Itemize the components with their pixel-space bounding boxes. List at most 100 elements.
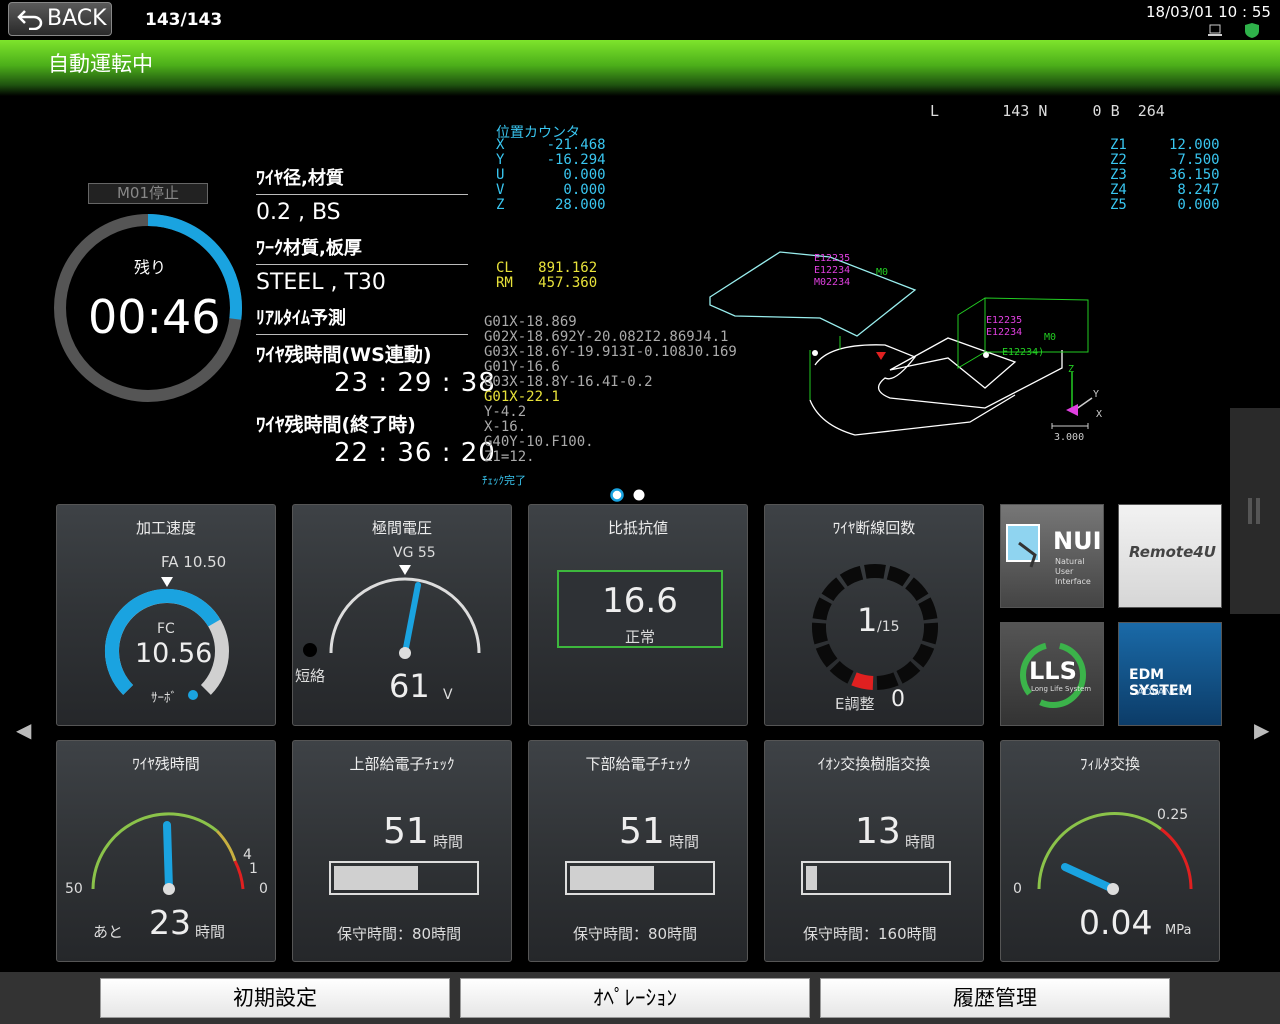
app-edm-button[interactable]: EDM SYSTEM ADVANCE bbox=[1118, 622, 1222, 726]
break-segment bbox=[839, 565, 864, 587]
end-label: ﾜｲﾔ残時間(終了時) bbox=[256, 414, 416, 436]
ion-value: 13 bbox=[855, 811, 901, 852]
axis-x: X -21.468 bbox=[496, 137, 606, 153]
prev-page-arrow[interactable]: ◀ bbox=[16, 718, 31, 742]
filter-value: 0.04 bbox=[1079, 903, 1153, 942]
tile-title: ﾜｲﾔ断線回数 bbox=[832, 519, 916, 537]
e-adjust-value: 0 bbox=[891, 687, 905, 712]
initial-settings-button[interactable]: 初期設定 bbox=[100, 978, 450, 1018]
tile-wire-break[interactable]: ﾜｲﾔ断線回数 1 /15 E調整 0 bbox=[764, 504, 984, 726]
page-dot-1[interactable] bbox=[610, 488, 624, 502]
scale-label: 3.000 bbox=[1054, 432, 1084, 443]
nui-logo-text: NUI bbox=[1053, 527, 1102, 555]
axis-z: Z 28.000 bbox=[496, 197, 606, 213]
tile-title: 極間電圧 bbox=[371, 519, 432, 537]
history-button[interactable]: 履歴管理 bbox=[820, 978, 1170, 1018]
tile-resistivity[interactable]: 比抵抗値 16.6 正常 bbox=[528, 504, 748, 726]
wire-remaining-gauge bbox=[91, 812, 245, 895]
axis-u: U 0.000 bbox=[496, 167, 606, 183]
back-button[interactable]: BACK bbox=[8, 2, 112, 36]
tile-gap-voltage[interactable]: 極間電圧 VG 55 短絡 61 V bbox=[292, 504, 512, 726]
cnc-header: L 143 N 0 B 264 bbox=[930, 102, 1165, 120]
page-dot-2[interactable] bbox=[633, 489, 645, 501]
mode-bar bbox=[0, 40, 1280, 96]
axis-y-label: Y bbox=[1093, 389, 1099, 400]
vg-value: VG 55 bbox=[393, 545, 436, 561]
tile-lower-contact[interactable]: 下部給電子ﾁｪｯｸ 51 時間 保守時間：80時間 bbox=[528, 740, 748, 962]
next-page-arrow[interactable]: ▶ bbox=[1254, 718, 1269, 742]
zaxis-z3: Z3 36.150 bbox=[1110, 167, 1220, 183]
tile-title: 上部給電子ﾁｪｯｸ bbox=[349, 755, 455, 773]
lls-logo-text: LLS bbox=[1029, 657, 1077, 685]
voltage-gauge bbox=[329, 565, 481, 659]
remain-time: 00:46 bbox=[88, 290, 221, 344]
short-indicator bbox=[303, 643, 317, 657]
app-remote-button[interactable]: Remote4U bbox=[1118, 504, 1222, 608]
page-dots[interactable] bbox=[610, 488, 650, 502]
e-adjust-label: E調整 bbox=[835, 695, 875, 713]
tile-title: ﾌｨﾙﾀ交換 bbox=[1079, 755, 1140, 773]
break-segment bbox=[904, 577, 929, 602]
lower-unit: 時間 bbox=[669, 833, 700, 851]
break-segment bbox=[886, 565, 911, 587]
tile-ion-resin[interactable]: ｲｵﾝ交換樹脂交換 13 時間 保守時間：160時間 bbox=[764, 740, 984, 962]
app-nui-button[interactable]: NUI Natural User Interface bbox=[1000, 504, 1104, 608]
tile-title: 下部給電子ﾁｪｯｸ bbox=[585, 755, 691, 773]
path-label-4: E12235 bbox=[986, 315, 1022, 326]
break-segment bbox=[811, 622, 828, 645]
axis-v: V 0.000 bbox=[496, 182, 606, 198]
check-status: ﾁｪｯｸ完了 bbox=[482, 474, 526, 487]
ws-label: ﾜｲﾔ残時間(WS連動) bbox=[256, 344, 432, 366]
path-label-2: E12234 bbox=[814, 265, 850, 276]
break-segment bbox=[912, 643, 935, 668]
voltage-unit: V bbox=[443, 687, 453, 703]
zaxis-z1: Z1 12.000 bbox=[1110, 137, 1220, 153]
tile-machining-speed[interactable]: 加工速度 FA 10.50 FC 10.56 ｻｰﾎﾞ bbox=[56, 504, 276, 726]
tile-upper-contact[interactable]: 上部給電子ﾁｪｯｸ 51 時間 保守時間：80時間 bbox=[292, 740, 512, 962]
break-segment bbox=[864, 564, 886, 579]
work-label: ﾜｰｸ材質,板厚 bbox=[256, 234, 468, 265]
fa-value: FA 10.50 bbox=[161, 553, 227, 571]
break-segment bbox=[812, 597, 832, 621]
scale-1: 1 bbox=[249, 861, 258, 877]
resist-status: 正常 bbox=[624, 628, 655, 646]
tile-title: ｲｵﾝ交換樹脂交換 bbox=[817, 755, 931, 773]
back-arrow-icon bbox=[17, 10, 43, 30]
short-label: 短絡 bbox=[295, 667, 326, 685]
z-axis-list: Z1 12.000 Z2 7.500 Z3 36.150 Z4 8.247 Z5 0.0… bbox=[1110, 138, 1220, 213]
remote-logo-text: Remote4U bbox=[1129, 543, 1216, 561]
ion-progress bbox=[801, 861, 951, 895]
tile-title: ﾜｲﾔ残時間 bbox=[132, 755, 200, 773]
work-value: STEEL , T30 bbox=[256, 270, 386, 295]
mode-title: 自動運転中 bbox=[48, 52, 153, 76]
zaxis-z5: Z5 0.000 bbox=[1110, 197, 1220, 213]
upper-maint: 保守時間：80時間 bbox=[337, 925, 462, 943]
upper-unit: 時間 bbox=[433, 833, 464, 851]
axis-list: X -21.468 Y -16.294 U 0.000 V 0.000 Z 28.000 bbox=[496, 138, 606, 213]
resist-value: 16.6 bbox=[602, 581, 678, 621]
break-count: 1 bbox=[857, 601, 878, 639]
fc-label: FC bbox=[157, 621, 175, 637]
path-label-7: M0 bbox=[876, 267, 888, 278]
break-total: /15 bbox=[877, 619, 900, 635]
page-counter: 143/143 bbox=[145, 10, 223, 30]
app-lls-button[interactable]: LLS Long Life System bbox=[1000, 622, 1104, 726]
filter-scale-max: 0.25 bbox=[1157, 807, 1189, 823]
path-label-1: E12235 bbox=[814, 253, 850, 264]
datetime: 18/03/01 10 : 55 bbox=[1146, 3, 1271, 21]
servo-label: ｻｰﾎﾞ bbox=[151, 691, 177, 706]
filter-scale-0: 0 bbox=[1013, 881, 1022, 897]
realtime-label: ﾘｱﾙﾀｲﾑ予測 bbox=[256, 304, 468, 335]
break-segment bbox=[815, 643, 838, 668]
nui-sub: Natural User Interface bbox=[1055, 557, 1091, 586]
cnc-display: L 143 N 0 B 264 位置カウンタ X -21.468 Y -16.29… bbox=[480, 100, 1220, 490]
break-segment bbox=[829, 660, 854, 684]
operation-button[interactable]: ｵﾍﾟﾚｰｼｮﾝ bbox=[460, 978, 810, 1018]
wire-remain-unit: 時間 bbox=[195, 923, 226, 941]
tile-wire-remaining[interactable]: ﾜｲﾔ残時間 50 4 1 0 あと 23 時間 bbox=[56, 740, 276, 962]
voltage-value: 61 bbox=[389, 667, 430, 705]
side-drawer-handle[interactable] bbox=[1230, 408, 1280, 614]
axis-y: Y -16.294 bbox=[496, 152, 606, 168]
toolpath-view: E12235 E12234 M02234 E12235 E12234 E1223… bbox=[709, 251, 1102, 443]
tile-filter[interactable]: ﾌｨﾙﾀ交換 0 0.25 0.04 MPa bbox=[1000, 740, 1220, 962]
